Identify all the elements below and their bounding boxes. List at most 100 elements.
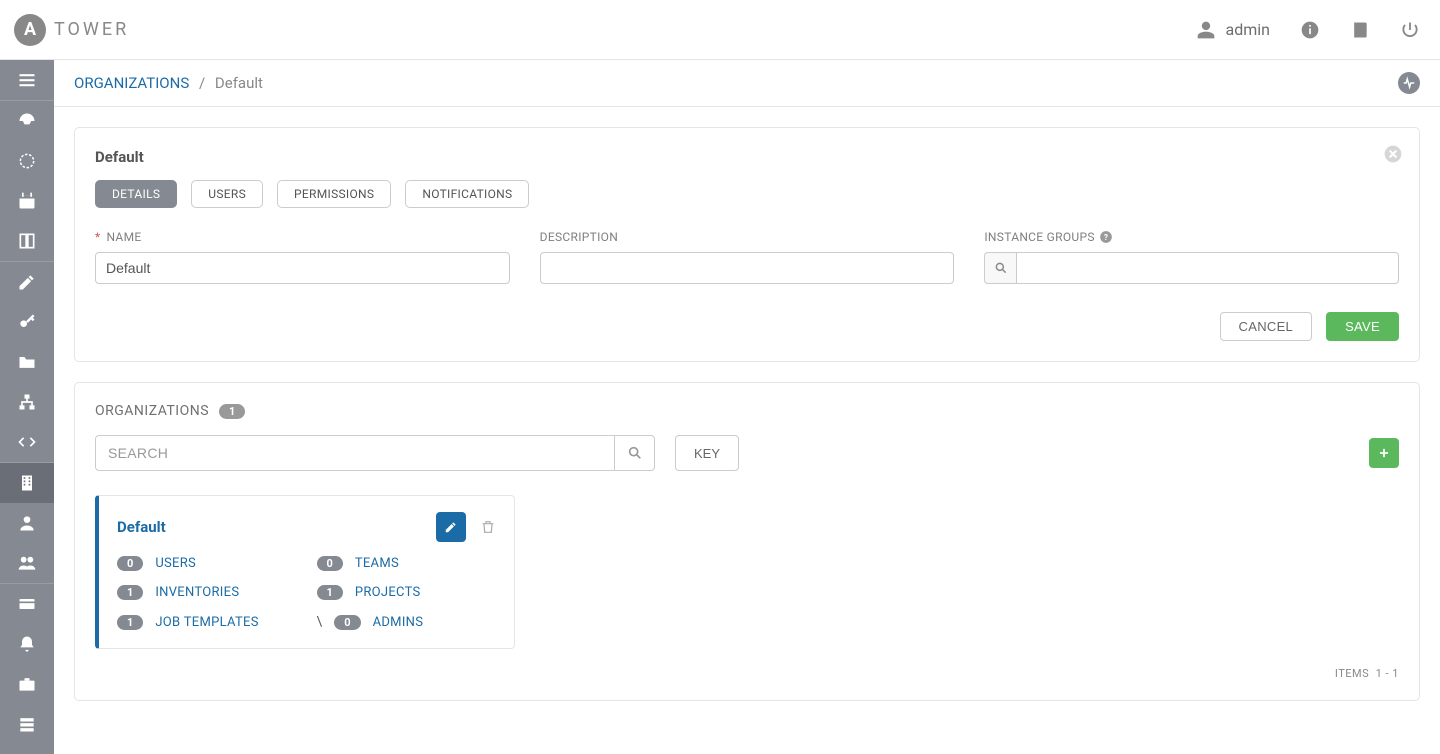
main: ORGANIZATIONS / Default Default DETAILS … [54, 60, 1440, 754]
svg-text:?: ? [1104, 232, 1108, 242]
sidebar-portal[interactable] [0, 221, 54, 261]
items-label: ITEMS [1335, 667, 1369, 680]
stat-users-link[interactable]: USERS [155, 556, 196, 571]
items-footer: ITEMS 1 - 1 [95, 667, 1399, 680]
form-row: *NAME DESCRIPTION INSTANCE GROUPS ? [95, 230, 1399, 284]
stat-projects-link[interactable]: PROJECTS [355, 585, 421, 600]
briefcase-icon [17, 674, 37, 694]
breadcrumb-current: Default [215, 74, 263, 92]
field-desc-label: DESCRIPTION [540, 230, 618, 244]
logo-mark: A [14, 14, 46, 46]
tab-notifications[interactable]: NOTIFICATIONS [405, 180, 529, 208]
stat-inventories-count: 1 [117, 585, 143, 600]
activity-icon [1402, 76, 1416, 90]
stat-job-templates-link[interactable]: JOB TEMPLATES [155, 615, 258, 630]
org-card-head: Default [117, 512, 496, 542]
stack-icon [17, 714, 37, 734]
help-icon[interactable]: ? [1099, 230, 1113, 244]
search-icon [627, 445, 643, 461]
tab-details[interactable]: DETAILS [95, 180, 177, 208]
user-menu[interactable]: admin [1196, 20, 1270, 40]
key-icon [17, 312, 37, 332]
cancel-button[interactable]: CANCEL [1220, 312, 1313, 341]
org-detail-panel: Default DETAILS USERS PERMISSIONS NOTIFI… [74, 127, 1420, 362]
field-instance-groups: INSTANCE GROUPS ? [984, 230, 1399, 284]
name-input[interactable] [95, 252, 510, 284]
breadcrumb-root[interactable]: ORGANIZATIONS [74, 74, 189, 92]
stat-job-templates-count: 1 [117, 615, 143, 630]
stat-inventories: 1 INVENTORIES [117, 585, 297, 600]
menu-icon [17, 70, 37, 90]
close-icon [1383, 144, 1403, 164]
sidebar-inventories[interactable] [0, 382, 54, 422]
sidebar-inventory-scripts[interactable] [0, 422, 54, 462]
layout: ORGANIZATIONS / Default Default DETAILS … [0, 60, 1440, 754]
tab-users[interactable]: USERS [191, 180, 263, 208]
stat-inventories-link[interactable]: INVENTORIES [155, 585, 239, 600]
org-card-name[interactable]: Default [117, 518, 166, 536]
pencil-icon [444, 520, 458, 534]
person-icon [17, 513, 37, 533]
breadcrumb-row: ORGANIZATIONS / Default [54, 60, 1440, 107]
instance-groups-search-button[interactable] [984, 252, 1016, 284]
logo[interactable]: A TOWER [14, 14, 129, 46]
sidebar-dashboard[interactable] [0, 101, 54, 141]
field-igrp-label: INSTANCE GROUPS [984, 230, 1094, 244]
stat-teams-link[interactable]: TEAMS [355, 556, 399, 571]
info-icon[interactable] [1300, 20, 1320, 40]
stat-teams: 0 TEAMS [317, 556, 497, 571]
sidebar-teams[interactable] [0, 543, 54, 583]
org-card-actions [436, 512, 496, 542]
list-toolbar: KEY [95, 435, 1399, 471]
search-group [95, 435, 655, 471]
sidebar-organizations[interactable] [0, 463, 54, 503]
sidebar-jobs[interactable] [0, 141, 54, 181]
sidebar-management-jobs[interactable] [0, 664, 54, 704]
content: Default DETAILS USERS PERMISSIONS NOTIFI… [54, 107, 1440, 741]
bell-icon [17, 634, 37, 654]
key-button[interactable]: KEY [675, 435, 739, 471]
search-input[interactable] [95, 435, 615, 471]
docs-icon[interactable] [1350, 20, 1370, 40]
sidebar-users[interactable] [0, 503, 54, 543]
sidebar-instance-groups[interactable] [0, 704, 54, 744]
edit-organization-button[interactable] [436, 512, 466, 542]
breadcrumb-sep: / [199, 74, 205, 92]
stat-admins-link[interactable]: ADMINS [373, 615, 424, 630]
logo-text: TOWER [54, 19, 129, 40]
topbar-right: admin [1196, 20, 1420, 40]
sidebar-credential-types[interactable] [0, 584, 54, 624]
panel-close-button[interactable] [1383, 144, 1403, 168]
logout-icon[interactable] [1400, 20, 1420, 40]
tab-permissions[interactable]: PERMISSIONS [277, 180, 391, 208]
card-icon [17, 594, 37, 614]
topbar: A TOWER admin [0, 0, 1440, 60]
sidebar-toggle[interactable] [0, 60, 54, 100]
calendar-icon [17, 191, 37, 211]
sidebar-notifications[interactable] [0, 624, 54, 664]
activity-stream-button[interactable] [1398, 72, 1420, 94]
tabs: DETAILS USERS PERMISSIONS NOTIFICATIONS [95, 180, 1399, 208]
trash-icon[interactable] [480, 519, 496, 535]
instance-groups-lookup [984, 252, 1399, 284]
items-range: 1 - 1 [1376, 667, 1399, 680]
stat-users-count: 0 [117, 556, 143, 571]
sidebar-templates[interactable] [0, 262, 54, 302]
sidebar-schedules[interactable] [0, 181, 54, 221]
user-icon [1196, 20, 1216, 40]
sidebar [0, 60, 54, 754]
description-input[interactable] [540, 252, 955, 284]
building-icon [17, 473, 37, 493]
save-button[interactable]: SAVE [1326, 312, 1399, 341]
list-header: ORGANIZATIONS 1 [95, 403, 1399, 419]
add-organization-button[interactable] [1369, 438, 1399, 468]
search-icon [994, 261, 1008, 275]
sidebar-projects[interactable] [0, 342, 54, 382]
org-stats: 0 USERS 0 TEAMS 1 INVENTORIES 1 [117, 556, 496, 630]
field-name: *NAME [95, 230, 510, 284]
dashboard-icon [17, 111, 37, 131]
sidebar-credentials[interactable] [0, 302, 54, 342]
stat-teams-count: 0 [317, 556, 343, 571]
search-button[interactable] [615, 435, 655, 471]
instance-groups-input[interactable] [1016, 252, 1399, 284]
